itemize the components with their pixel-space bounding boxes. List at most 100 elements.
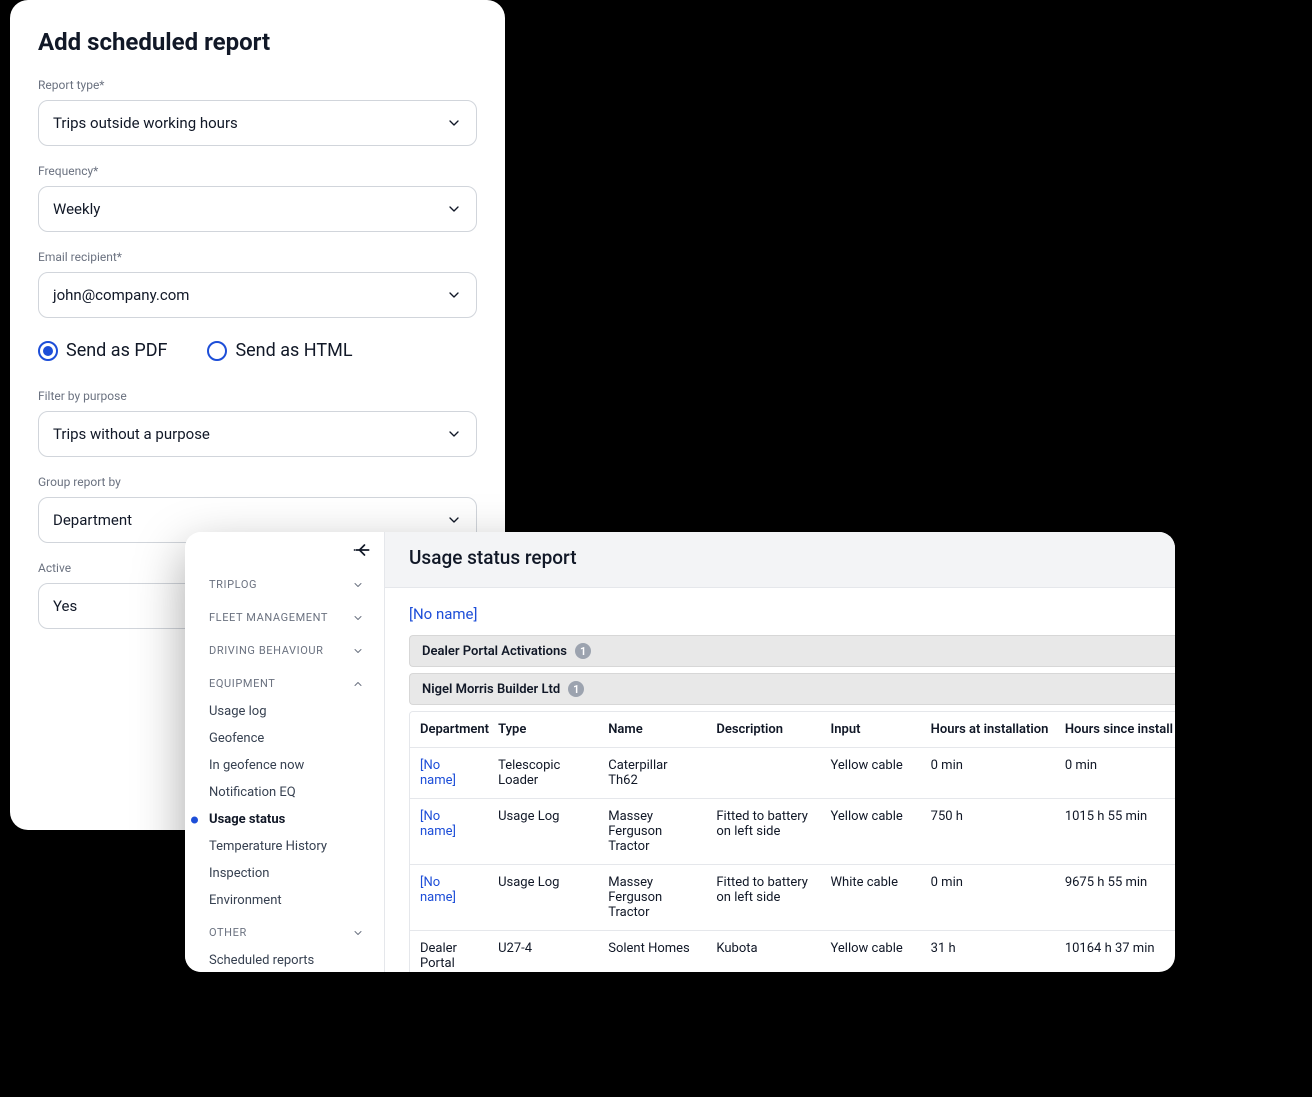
table-row: Dealer Portal U27-4 Solent Homes Kubota …	[410, 931, 1175, 973]
cell-input: Yellow cable	[821, 748, 921, 799]
sidebar-item-environment[interactable]: Environment	[185, 887, 384, 914]
section-label: FLEET MANAGEMENT	[209, 611, 328, 624]
table-row: [No name] Usage Log Massey Ferguson Trac…	[410, 799, 1175, 865]
th-type[interactable]: Type	[488, 712, 598, 748]
group-row-nigel-morris[interactable]: Nigel Morris Builder Ltd 1	[409, 673, 1175, 705]
sidebar-item-scheduled-reports[interactable]: Scheduled reports	[185, 947, 384, 972]
th-hours-install[interactable]: Hours at installation	[921, 712, 1055, 748]
cell-hours-install: 31 h	[921, 931, 1055, 973]
field-label: Filter by purpose	[38, 389, 477, 403]
back-arrow-icon[interactable]	[352, 540, 372, 564]
report-table: Department Type Name Description Input H…	[410, 712, 1175, 972]
chevron-up-icon	[352, 678, 364, 690]
select-report-type[interactable]: Trips outside working hours	[38, 100, 477, 146]
field-label: Report type*	[38, 78, 477, 92]
radio-unchecked-icon	[207, 341, 227, 361]
th-input[interactable]: Input	[821, 712, 921, 748]
no-name-link[interactable]: [No name]	[385, 605, 501, 635]
cell-input: Yellow cable	[821, 931, 921, 973]
radio-send-html[interactable]: Send as HTML	[207, 340, 352, 361]
sidebar-item-label: Scheduled reports	[209, 953, 314, 968]
sidebar-item-label: Notification EQ	[209, 785, 296, 800]
select-frequency[interactable]: Weekly	[38, 186, 477, 232]
radio-label: Send as HTML	[235, 340, 352, 361]
select-value: Yes	[53, 597, 77, 615]
sidebar-section-triplog[interactable]: TRIPLOG	[185, 566, 384, 599]
cell-description: Fitted to battery on left side	[706, 865, 820, 931]
group-label: Dealer Portal Activations	[422, 644, 567, 659]
field-label: Group report by	[38, 475, 477, 489]
count-badge: 1	[568, 681, 584, 697]
cell-input: Yellow cable	[821, 799, 921, 865]
sidebar-item-geofence[interactable]: Geofence	[185, 725, 384, 752]
cell-hours-since: 10164 h 37 min	[1055, 931, 1175, 973]
cell-description: Fitted to battery on left side	[706, 799, 820, 865]
cell-department-link[interactable]: [No name]	[410, 865, 488, 931]
sidebar-item-usage-log[interactable]: Usage log	[185, 698, 384, 725]
report-window: TRIPLOG FLEET MANAGEMENT DRIVING BEHAVIO…	[185, 532, 1175, 972]
field-label: Frequency*	[38, 164, 477, 178]
group-row-dealer-portal-activations[interactable]: Dealer Portal Activations 1	[409, 635, 1175, 667]
sidebar-section-equipment[interactable]: EQUIPMENT	[185, 665, 384, 698]
sidebar-item-label: Usage status	[209, 812, 285, 827]
form-title: Add scheduled report	[38, 28, 477, 56]
section-label: OTHER	[209, 926, 247, 939]
cell-department-link[interactable]: [No name]	[410, 799, 488, 865]
count-badge: 1	[575, 643, 591, 659]
chevron-down-icon	[352, 927, 364, 939]
format-radio-group: Send as PDF Send as HTML	[38, 340, 477, 361]
cell-hours-since: 1015 h 55 min	[1055, 799, 1175, 865]
select-value: john@company.com	[53, 286, 189, 304]
report-body: [No name] Dealer Portal Activations 1 Ni…	[385, 588, 1175, 972]
sidebar-item-notification-eq[interactable]: Notification EQ	[185, 779, 384, 806]
sidebar-item-in-geofence-now[interactable]: In geofence now	[185, 752, 384, 779]
report-header: Usage status report	[385, 532, 1175, 588]
section-label: EQUIPMENT	[209, 677, 275, 690]
cell-type: Usage Log	[488, 865, 598, 931]
cell-description	[706, 748, 820, 799]
sidebar-section-other[interactable]: OTHER	[185, 914, 384, 947]
sidebar-item-temperature-history[interactable]: Temperature History	[185, 833, 384, 860]
cell-hours-since: 9675 h 55 min	[1055, 865, 1175, 931]
sidebar-section-fleet[interactable]: FLEET MANAGEMENT	[185, 599, 384, 632]
cell-department-link[interactable]: [No name]	[410, 748, 488, 799]
cell-input: White cable	[821, 865, 921, 931]
th-hours-since[interactable]: Hours since install	[1055, 712, 1175, 748]
sidebar-section-driving[interactable]: DRIVING BEHAVIOUR	[185, 632, 384, 665]
report-table-wrap: Department Type Name Description Input H…	[409, 711, 1175, 972]
sidebar-item-label: Inspection	[209, 866, 269, 881]
cell-name: Solent Homes	[598, 931, 706, 973]
field-email-recipient: Email recipient* john@company.com	[38, 250, 477, 318]
select-value: Department	[53, 511, 132, 529]
chevron-down-icon	[446, 512, 462, 528]
section-label: DRIVING BEHAVIOUR	[209, 644, 324, 657]
radio-checked-icon	[38, 341, 58, 361]
select-email-recipient[interactable]: john@company.com	[38, 272, 477, 318]
th-name[interactable]: Name	[598, 712, 706, 748]
cell-description: Kubota	[706, 931, 820, 973]
sidebar-item-label: Temperature History	[209, 839, 327, 854]
chevron-down-icon	[352, 612, 364, 624]
sidebar-item-inspection[interactable]: Inspection	[185, 860, 384, 887]
cell-hours-install: 750 h	[921, 799, 1055, 865]
cell-name: Massey Ferguson Tractor	[598, 865, 706, 931]
cell-hours-since: 0 min	[1055, 748, 1175, 799]
group-label: Nigel Morris Builder Ltd	[422, 682, 560, 697]
field-label: Email recipient*	[38, 250, 477, 264]
th-department[interactable]: Department	[410, 712, 488, 748]
report-title: Usage status report	[409, 546, 1155, 569]
report-sidebar: TRIPLOG FLEET MANAGEMENT DRIVING BEHAVIO…	[185, 532, 385, 972]
th-description[interactable]: Description	[706, 712, 820, 748]
cell-type: Usage Log	[488, 799, 598, 865]
radio-send-pdf[interactable]: Send as PDF	[38, 340, 167, 361]
sidebar-item-usage-status[interactable]: Usage status	[185, 806, 384, 833]
sidebar-item-label: Environment	[209, 893, 282, 908]
select-filter-purpose[interactable]: Trips without a purpose	[38, 411, 477, 457]
table-row: [No name] Telescopic Loader Caterpillar …	[410, 748, 1175, 799]
table-row: [No name] Usage Log Massey Ferguson Trac…	[410, 865, 1175, 931]
radio-label: Send as PDF	[66, 340, 167, 361]
cell-name: Massey Ferguson Tractor	[598, 799, 706, 865]
cell-type: Telescopic Loader	[488, 748, 598, 799]
cell-name: Caterpillar Th62	[598, 748, 706, 799]
chevron-down-icon	[352, 645, 364, 657]
